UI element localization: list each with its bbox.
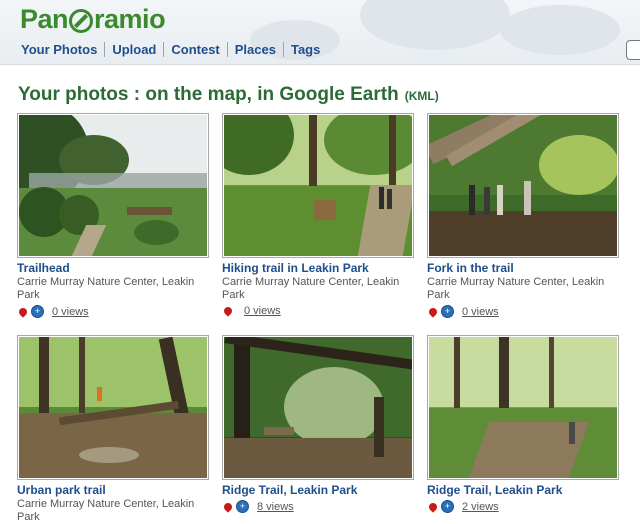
nav-tags[interactable]: Tags [284,42,327,57]
panoramio-logo[interactable]: Pan ramio [20,4,166,35]
nav-places[interactable]: Places [228,42,284,57]
photo-title-link[interactable]: Hiking trail in Leakin Park [222,261,414,275]
photo-card: Ridge Trail, Leakin Park + 8 views [222,335,414,513]
photo-meta: + 2 views [427,500,619,513]
google-earth-icon[interactable]: + [236,500,249,513]
photo-place: Carrie Murray Nature Center, Leakin Park [17,498,195,523]
photo-title-link[interactable]: Fork in the trail [427,261,619,275]
photo-place: Carrie Murray Nature Center, Leakin Park [222,276,400,301]
compass-icon [69,8,94,33]
photo-card: Urban park trail Carrie Murray Nature Ce… [17,335,209,524]
kml-link[interactable]: (KML) [405,89,439,103]
photo-card: Hiking trail in Leakin Park Carrie Murra… [222,113,414,317]
views-link[interactable]: 0 views [462,306,499,318]
photo-title-link[interactable]: Ridge Trail, Leakin Park [222,483,414,497]
map-pin-icon[interactable] [222,305,234,317]
views-link[interactable]: 2 views [462,501,499,513]
photo-meta: + 0 views [17,305,209,318]
photo-place: Carrie Murray Nature Center, Leakin Park [17,276,195,301]
photo-trailhead [19,115,207,256]
photo-urban-park-trail [19,337,207,478]
map-pin-icon[interactable] [427,305,439,318]
photo-title-link[interactable]: Ridge Trail, Leakin Park [427,483,619,497]
world-map-decoration [360,0,510,50]
photo-thumbnail[interactable] [427,113,619,258]
search-box-edge[interactable] [626,40,640,60]
logo-text: ramio [94,4,166,34]
photo-thumbnail[interactable] [17,335,209,480]
photo-thumbnail[interactable] [427,335,619,480]
photo-ridge-trail [429,337,617,478]
views-link[interactable]: 0 views [244,305,281,317]
page-title-row: Your photos : on the map, in Google Eart… [18,84,439,106]
photo-meta: + 8 views [222,500,414,513]
world-map-decoration [500,5,620,55]
page-title[interactable]: Your photos : on the map, in Google Eart… [18,84,399,106]
logo-text: Pan [20,4,69,34]
photo-card: Trailhead Carrie Murray Nature Center, L… [17,113,209,318]
photo-title-link[interactable]: Urban park trail [17,483,209,497]
google-earth-icon[interactable]: + [441,305,454,318]
views-link[interactable]: 8 views [257,501,294,513]
photo-thumbnail[interactable] [17,113,209,258]
photo-title-link[interactable]: Trailhead [17,261,209,275]
photo-hiking-trail [224,115,412,256]
map-pin-icon[interactable] [427,500,439,513]
google-earth-icon[interactable]: + [441,500,454,513]
main-nav: Your Photos Upload Contest Places Tags [14,42,327,57]
photo-card: Fork in the trail Carrie Murray Nature C… [427,113,619,318]
map-pin-icon[interactable] [222,500,234,513]
photo-thumbnail[interactable] [222,335,414,480]
map-pin-icon[interactable] [17,305,29,318]
photo-fork-trail [429,115,617,256]
header: Pan ramio Your Photos Upload Contest Pla… [0,0,640,65]
photo-ridge-trail [224,337,412,478]
google-earth-icon[interactable]: + [31,305,44,318]
photo-thumbnail[interactable] [222,113,414,258]
nav-your-photos[interactable]: Your Photos [14,42,106,57]
photo-card: Ridge Trail, Leakin Park + 2 views [427,335,619,513]
photo-meta: 0 views [222,305,414,317]
views-link[interactable]: 0 views [52,306,89,318]
photo-meta: + 0 views [427,305,619,318]
nav-contest[interactable]: Contest [164,42,228,57]
nav-upload[interactable]: Upload [105,42,165,57]
photo-place: Carrie Murray Nature Center, Leakin Park [427,276,605,301]
